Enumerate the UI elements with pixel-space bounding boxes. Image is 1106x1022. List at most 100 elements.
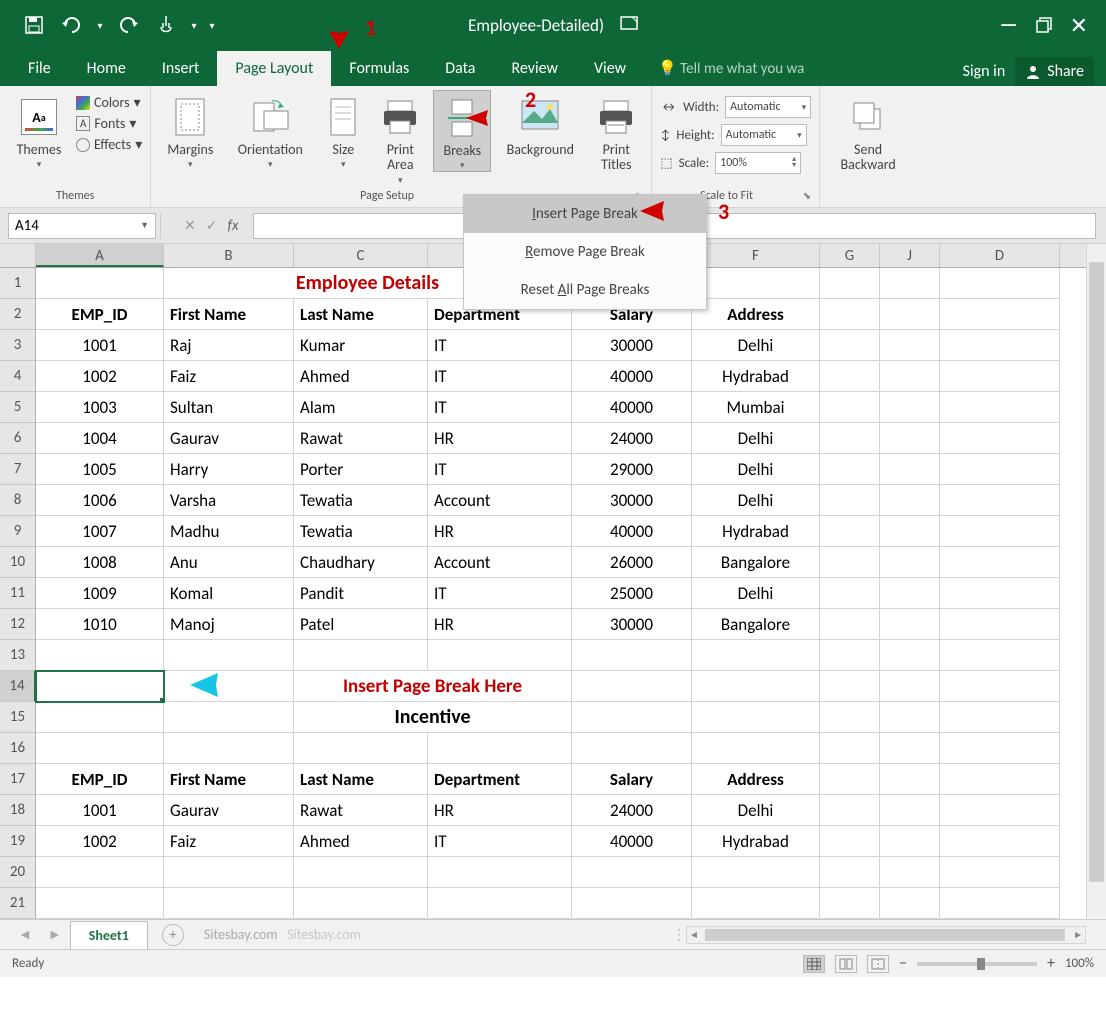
margins-button[interactable]: Margins▾ bbox=[159, 90, 221, 170]
cell[interactable] bbox=[36, 671, 164, 702]
cell[interactable] bbox=[164, 640, 294, 671]
split-handle[interactable]: ⋮ bbox=[672, 926, 686, 943]
cell[interactable]: Chaudhary bbox=[294, 547, 428, 578]
col-header-C[interactable]: C bbox=[294, 244, 428, 267]
sign-in[interactable]: Sign in bbox=[963, 62, 1006, 81]
cell[interactable]: IT bbox=[428, 578, 572, 609]
cell[interactable] bbox=[940, 609, 1060, 640]
cell[interactable]: 25000 bbox=[572, 578, 692, 609]
cell[interactable] bbox=[940, 547, 1060, 578]
minimize-button[interactable]: — bbox=[999, 13, 1017, 37]
restore-button[interactable] bbox=[1036, 17, 1052, 33]
cell[interactable] bbox=[880, 268, 940, 299]
cancel-formula[interactable]: ✕ bbox=[184, 217, 196, 234]
cell[interactable]: Delhi bbox=[692, 454, 820, 485]
cell[interactable]: Varsha bbox=[164, 485, 294, 516]
cell[interactable] bbox=[940, 640, 1060, 671]
row-header[interactable]: 16 bbox=[0, 733, 36, 764]
cell[interactable] bbox=[164, 702, 294, 733]
share-button[interactable]: Share bbox=[1015, 57, 1094, 86]
cell[interactable]: Gaurav bbox=[164, 795, 294, 826]
cell[interactable] bbox=[572, 702, 692, 733]
cell[interactable]: 24000 bbox=[572, 795, 692, 826]
cell[interactable] bbox=[572, 640, 692, 671]
cell[interactable]: 29000 bbox=[572, 454, 692, 485]
cell[interactable] bbox=[294, 857, 428, 888]
cell[interactable] bbox=[880, 485, 940, 516]
cell[interactable] bbox=[820, 888, 880, 919]
qat-redo[interactable] bbox=[112, 9, 144, 41]
horizontal-scrollbar[interactable]: ◄► bbox=[686, 926, 1086, 944]
cell[interactable] bbox=[820, 733, 880, 764]
cell[interactable] bbox=[880, 795, 940, 826]
cell[interactable]: Insert Page Break Here bbox=[294, 671, 572, 702]
cell[interactable]: HR bbox=[428, 795, 572, 826]
cell[interactable] bbox=[940, 299, 1060, 330]
cell[interactable]: 1005 bbox=[36, 454, 164, 485]
cell[interactable]: 1007 bbox=[36, 516, 164, 547]
print-titles-button[interactable]: Print Titles bbox=[589, 90, 643, 173]
cell[interactable]: EMP_ID bbox=[36, 299, 164, 330]
col-header-A[interactable]: A bbox=[36, 244, 164, 267]
cell[interactable] bbox=[880, 826, 940, 857]
cell[interactable]: Manoj bbox=[164, 609, 294, 640]
row-header[interactable]: 3 bbox=[0, 330, 36, 361]
cell[interactable] bbox=[820, 826, 880, 857]
cell[interactable] bbox=[428, 733, 572, 764]
qat-undo[interactable] bbox=[56, 9, 88, 41]
width-select[interactable]: Automatic▾ bbox=[725, 96, 811, 118]
cell[interactable] bbox=[820, 392, 880, 423]
row-header[interactable]: 4 bbox=[0, 361, 36, 392]
cell[interactable] bbox=[880, 640, 940, 671]
cell[interactable] bbox=[820, 702, 880, 733]
fonts-button[interactable]: AFonts ▾ bbox=[76, 115, 142, 132]
cell[interactable] bbox=[428, 888, 572, 919]
tab-view[interactable]: View bbox=[576, 51, 644, 86]
cell[interactable] bbox=[36, 857, 164, 888]
cell[interactable] bbox=[880, 764, 940, 795]
cell[interactable]: 40000 bbox=[572, 516, 692, 547]
cell[interactable]: 30000 bbox=[572, 609, 692, 640]
menu-remove-page-break[interactable]: Remove Page Break bbox=[464, 233, 706, 271]
cell[interactable] bbox=[692, 888, 820, 919]
cell[interactable]: Delhi bbox=[692, 485, 820, 516]
cell[interactable] bbox=[880, 702, 940, 733]
cell[interactable]: Account bbox=[428, 547, 572, 578]
cell[interactable] bbox=[880, 423, 940, 454]
cell[interactable] bbox=[820, 764, 880, 795]
menu-reset-page-breaks[interactable]: Reset All Page Breaks bbox=[464, 271, 706, 309]
view-normal[interactable] bbox=[803, 955, 825, 973]
new-sheet-button[interactable]: + bbox=[162, 924, 184, 946]
cell[interactable]: Ahmed bbox=[294, 361, 428, 392]
view-page-break[interactable] bbox=[867, 955, 889, 973]
cell[interactable]: Delhi bbox=[692, 795, 820, 826]
cell[interactable]: Anu bbox=[164, 547, 294, 578]
cell[interactable]: 40000 bbox=[572, 361, 692, 392]
cell[interactable]: 40000 bbox=[572, 826, 692, 857]
cell[interactable]: Bangalore bbox=[692, 609, 820, 640]
cell[interactable]: 1002 bbox=[36, 361, 164, 392]
col-header-G[interactable]: G bbox=[820, 244, 880, 267]
sheet-tab-sheet1[interactable]: Sheet1 bbox=[70, 921, 148, 949]
cell[interactable]: Rawat bbox=[294, 423, 428, 454]
cell[interactable] bbox=[880, 299, 940, 330]
cell[interactable]: 1004 bbox=[36, 423, 164, 454]
tab-review[interactable]: Review bbox=[493, 51, 576, 86]
cell[interactable] bbox=[880, 671, 940, 702]
cell[interactable] bbox=[940, 330, 1060, 361]
cell[interactable] bbox=[940, 268, 1060, 299]
breaks-button[interactable]: Breaks▾ bbox=[433, 90, 491, 172]
row-header[interactable]: 9 bbox=[0, 516, 36, 547]
row-header[interactable]: 7 bbox=[0, 454, 36, 485]
row-header[interactable]: 6 bbox=[0, 423, 36, 454]
cell[interactable] bbox=[820, 516, 880, 547]
cell[interactable] bbox=[820, 857, 880, 888]
cell[interactable]: Sultan bbox=[164, 392, 294, 423]
view-page-layout[interactable] bbox=[835, 955, 857, 973]
cell[interactable] bbox=[940, 795, 1060, 826]
cell[interactable]: Faiz bbox=[164, 826, 294, 857]
row-header[interactable]: 5 bbox=[0, 392, 36, 423]
cell[interactable]: Last Name bbox=[294, 299, 428, 330]
cell[interactable] bbox=[940, 764, 1060, 795]
cell[interactable] bbox=[692, 702, 820, 733]
